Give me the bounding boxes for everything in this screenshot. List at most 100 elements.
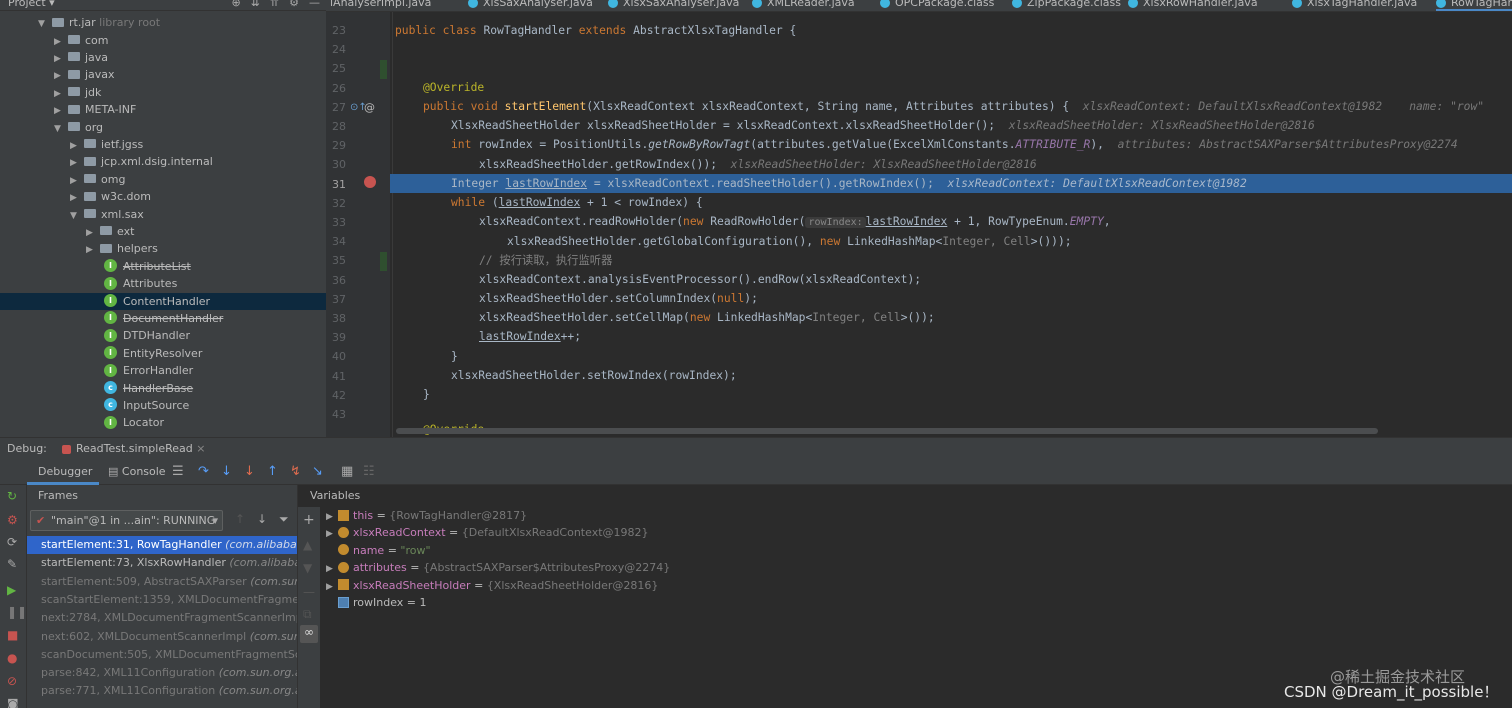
line-number[interactable]: 41	[326, 367, 346, 386]
tree-item[interactable]: I ErrorHandler	[0, 362, 326, 379]
editor-tab[interactable]: lAnalyserImpl.java	[330, 0, 431, 11]
rerun-icon[interactable]: ↻	[7, 489, 17, 503]
line-number[interactable]: 31	[326, 175, 346, 194]
run-config-tab[interactable]: ReadTest.simpleRead ×	[62, 442, 205, 455]
tree-item-rt-jar[interactable]: ▼ rt.jar library root	[0, 14, 326, 31]
tree-item[interactable]: I DTDHandler	[0, 327, 326, 344]
code-line-37[interactable]: xlsxReadSheetHolder.setColumnIndex(null)…	[390, 289, 758, 308]
line-number[interactable]: 32	[326, 194, 346, 213]
project-panel-title[interactable]: Project ▾	[8, 0, 55, 9]
tree-item[interactable]: I ContentHandler	[0, 292, 326, 310]
arrow-up-icon[interactable]: ↑	[235, 512, 245, 526]
tree-item[interactable]: ▶ ext	[0, 223, 326, 240]
stack-frame[interactable]: next:2784, XMLDocumentFragmentScannerImp…	[27, 609, 297, 627]
step-over-icon[interactable]: ↷	[198, 464, 209, 479]
stack-frame[interactable]: next:602, XMLDocumentScannerImpl (com.su…	[27, 628, 297, 646]
tree-item[interactable]: c HandlerBase	[0, 380, 326, 397]
stack-frame[interactable]: startElement:509, AbstractSAXParser (com…	[27, 573, 297, 591]
settings-gear-icon[interactable]: ⚙	[289, 0, 299, 9]
editor-horizontal-scrollbar[interactable]	[396, 428, 1378, 434]
tree-item[interactable]: ▶ META-INF	[0, 101, 326, 118]
editor-tab[interactable]: XlsxTagHandler.java	[1292, 0, 1417, 11]
line-number[interactable]: 29	[326, 136, 346, 155]
step-into-icon[interactable]: ↓	[221, 464, 232, 479]
filter-icon[interactable]: ⏷	[279, 512, 289, 527]
mute-breakpoints-icon[interactable]: ⊘	[7, 674, 17, 688]
code-line-42[interactable]: }	[390, 385, 430, 404]
override-marker-icon[interactable]: @	[364, 101, 375, 114]
code-line-31-current[interactable]: Integer lastRowIndex = xlsxReadContext.r…	[390, 174, 1512, 193]
thread-selector[interactable]: ✔ "main"@1 in ...ain": RUNNING ▾	[30, 510, 223, 531]
variable-row[interactable]: ▶ this = {RowTagHandler@2817}	[326, 507, 527, 524]
move-up-icon[interactable]: ▲	[303, 538, 312, 552]
show-watches-icon[interactable]: ∞	[300, 625, 318, 643]
add-watch-icon[interactable]: +	[303, 512, 315, 528]
tree-item[interactable]: c InputSource	[0, 397, 326, 414]
resume-icon[interactable]: ▶	[7, 583, 16, 597]
tree-item[interactable]: ▶ ietf.jgss	[0, 136, 326, 153]
line-number[interactable]: 43	[326, 405, 346, 424]
wrench-icon[interactable]: ✎	[7, 557, 17, 571]
line-number[interactable]: 30	[326, 155, 346, 174]
line-number[interactable]: 26	[326, 79, 346, 98]
line-number[interactable]: 42	[326, 386, 346, 405]
editor-tab[interactable]: XlsSaxAnalyser.java	[468, 0, 593, 11]
line-number[interactable]: 39	[326, 328, 346, 347]
editor-tab[interactable]: OPCPackage.class	[880, 0, 994, 11]
tree-item[interactable]: I DocumentHandler	[0, 310, 326, 327]
evaluate-expression-icon[interactable]: ▦	[341, 464, 353, 479]
stack-frame[interactable]: parse:771, XML11Configuration (com.sun.o…	[27, 682, 297, 700]
run-to-cursor-icon[interactable]: ↘	[312, 464, 323, 479]
tree-item[interactable]: ▶ javax	[0, 66, 326, 83]
tab-debugger[interactable]: Debugger	[38, 465, 92, 478]
code-line-27[interactable]: public void startElement(XlsxReadContext…	[390, 97, 1484, 116]
variable-row[interactable]: name = "row"	[326, 542, 431, 559]
view-breakpoints-icon[interactable]: ●	[7, 651, 17, 665]
line-number[interactable]: 25	[326, 59, 346, 78]
line-number[interactable]: 37	[326, 290, 346, 309]
stack-frame[interactable]: startElement:31, RowTagHandler (com.alib…	[27, 536, 297, 555]
code-line-30[interactable]: xlsxReadSheetHolder.getRowIndex()); xlsx…	[390, 155, 1037, 174]
tree-item[interactable]: ▶ omg	[0, 171, 326, 188]
move-down-icon[interactable]: ▼	[303, 561, 312, 575]
line-number[interactable]: 36	[326, 271, 346, 290]
tree-item[interactable]: ▶ w3c.dom	[0, 188, 326, 205]
menu-lines-icon[interactable]: ☰	[172, 464, 184, 479]
chevron-down-icon[interactable]: ▾	[212, 511, 218, 530]
tree-item[interactable]: ▶ com	[0, 32, 326, 49]
code-line-36[interactable]: xlsxReadContext.analysisEventProcessor()…	[390, 270, 921, 289]
code-line-23[interactable]: public class RowTagHandler extends Abstr…	[390, 21, 796, 40]
code-line-39[interactable]: lastRowIndex++;	[390, 327, 581, 346]
refresh-icon[interactable]: ⟳	[7, 535, 17, 549]
stop-icon[interactable]: ■	[7, 628, 18, 642]
force-step-into-icon[interactable]: ↓	[244, 464, 255, 479]
close-icon[interactable]: ×	[196, 442, 205, 455]
step-out-icon[interactable]: ↑	[267, 464, 278, 479]
tree-item[interactable]: ▶ java	[0, 49, 326, 66]
tree-item[interactable]: ▶ helpers	[0, 240, 326, 257]
code-line-33[interactable]: xlsxReadContext.readRowHolder(new ReadRo…	[390, 212, 1111, 231]
arrow-down-icon[interactable]: ↓	[257, 512, 267, 526]
variable-row[interactable]: ▶ attributes = {AbstractSAXParser$Attribu…	[326, 559, 670, 576]
pause-icon[interactable]: ❚❚	[7, 605, 27, 619]
tree-item[interactable]: I EntityResolver	[0, 345, 326, 362]
line-number[interactable]: 27	[326, 98, 346, 117]
drop-frame-icon[interactable]: ↯	[290, 464, 301, 479]
line-number[interactable]: 40	[326, 347, 346, 366]
tree-item[interactable]: ▼ org	[0, 119, 326, 136]
line-number[interactable]: 34	[326, 232, 346, 251]
tree-item[interactable]: I Locator	[0, 414, 326, 431]
tree-item[interactable]: I AttributeList	[0, 258, 326, 275]
editor-tab[interactable]: RowTagHandle	[1436, 0, 1512, 11]
layout-icon[interactable]: ☷	[363, 464, 375, 479]
expand-icon[interactable]: ⇈	[270, 0, 279, 9]
editor-tab[interactable]: XlsxRowHandler.java	[1128, 0, 1258, 11]
line-number[interactable]: 23	[326, 21, 346, 40]
code-line-41[interactable]: xlsxReadSheetHolder.setRowIndex(rowIndex…	[390, 366, 737, 385]
editor-tab[interactable]: ZipPackage.class	[1012, 0, 1121, 11]
stack-frame[interactable]: startElement:73, XlsxRowHandler (com.ali…	[27, 554, 297, 572]
variable-row[interactable]: ▶ xlsxReadSheetHolder = {XlsxReadSheetHol…	[326, 577, 658, 594]
tab-console[interactable]: ▤ Console	[108, 465, 166, 478]
code-line-40[interactable]: }	[390, 347, 458, 366]
tree-item[interactable]: ▼ xml.sax	[0, 206, 326, 223]
